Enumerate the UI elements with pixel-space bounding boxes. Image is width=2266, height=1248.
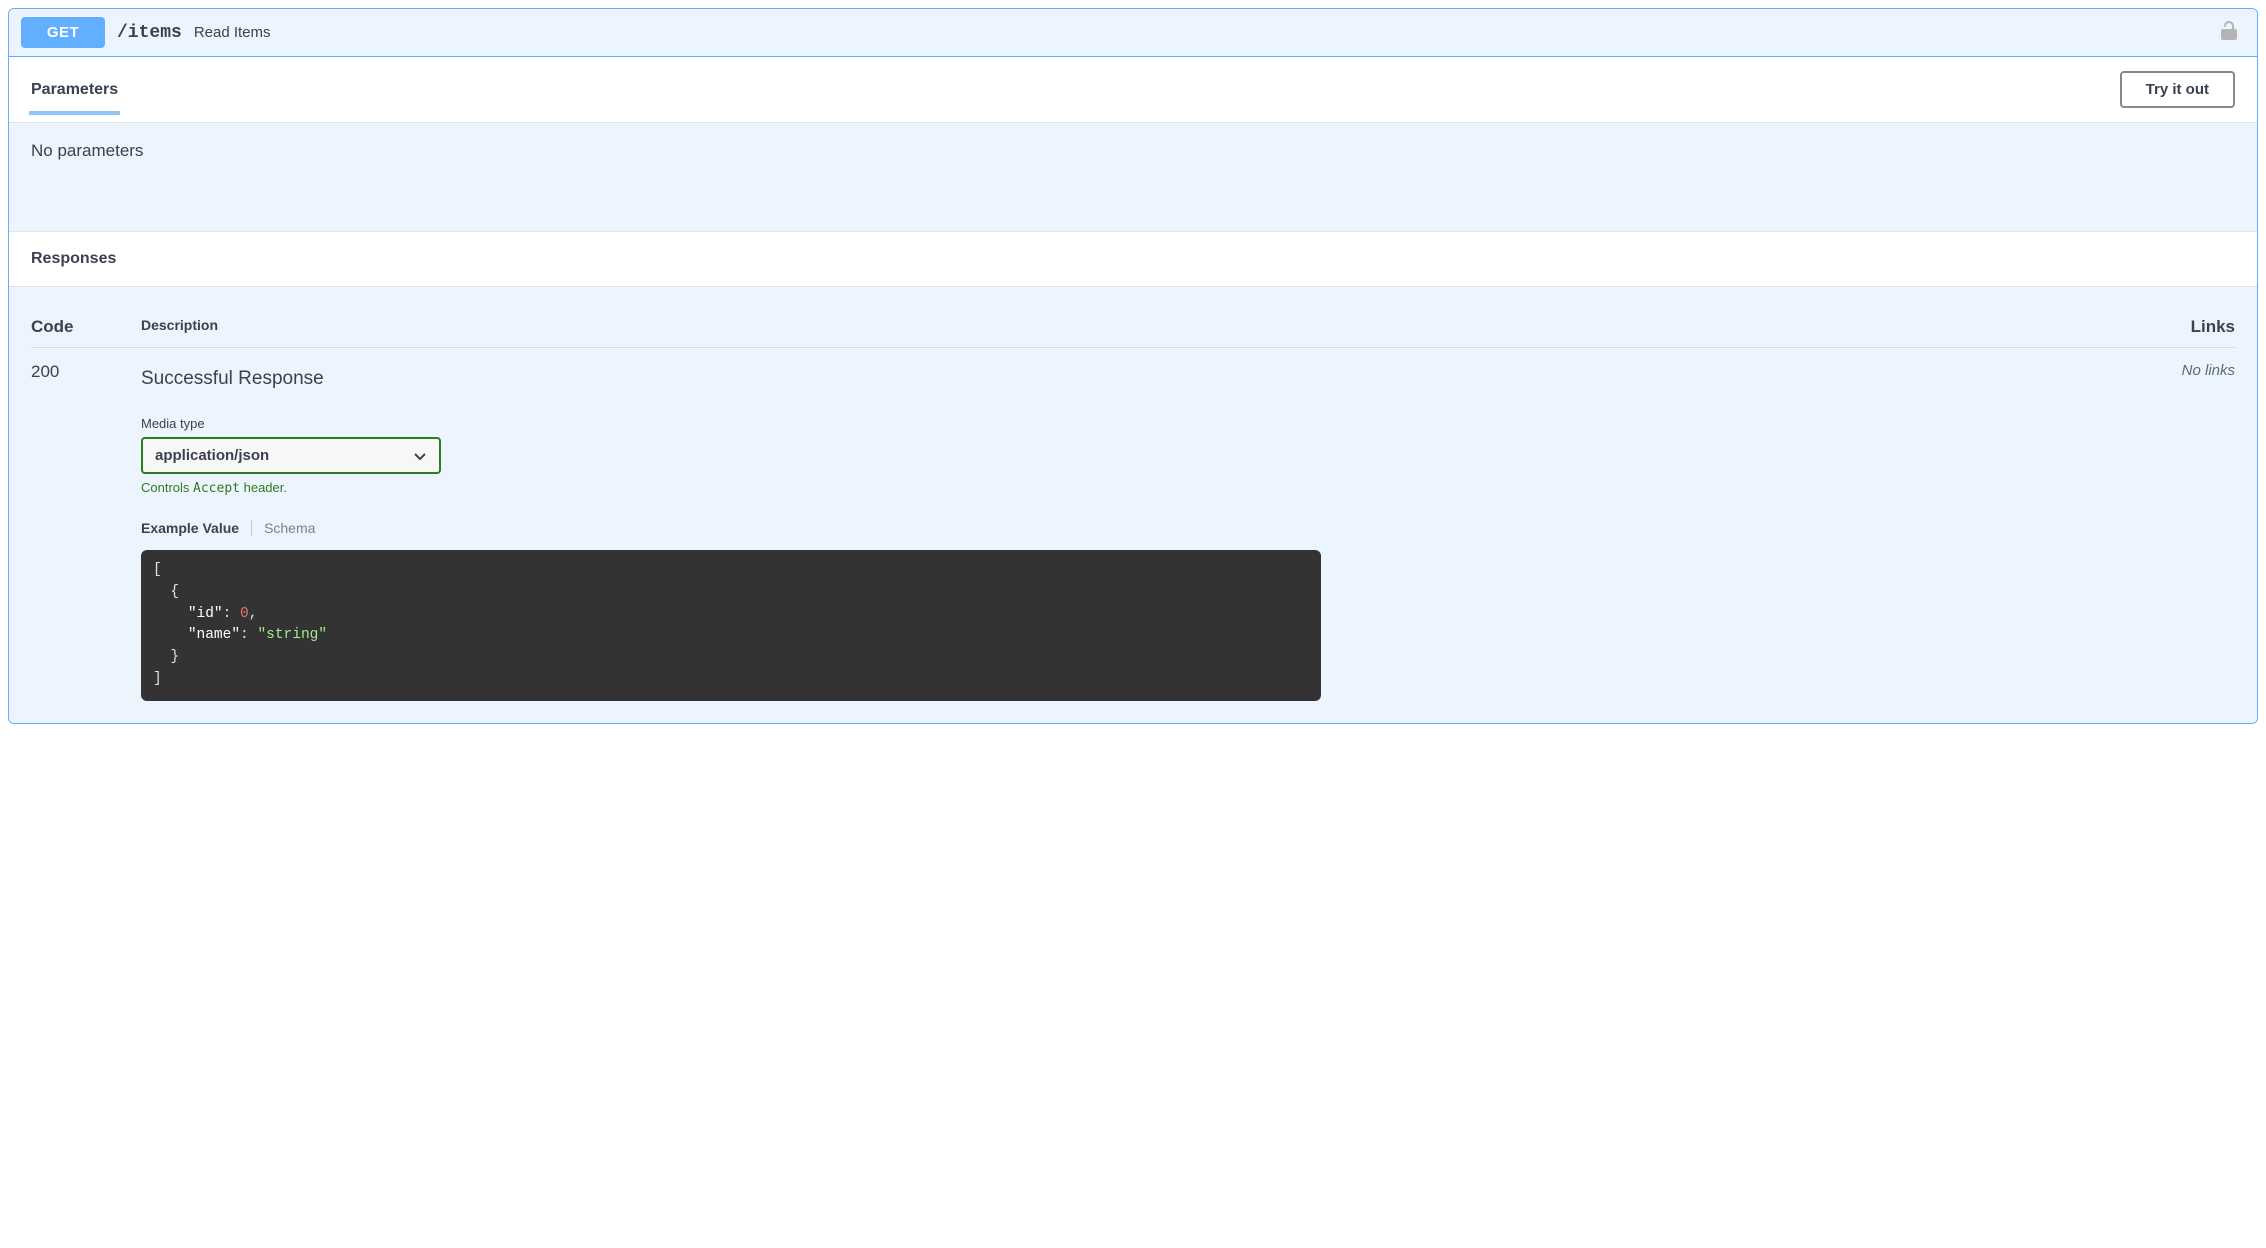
chevron-down-icon	[413, 449, 427, 463]
no-parameters-text: No parameters	[31, 141, 143, 160]
tab-schema[interactable]: Schema	[264, 520, 315, 536]
response-code: 200	[31, 362, 141, 701]
responses-table-header: Code Description Links	[31, 305, 2235, 348]
tab-example-value[interactable]: Example Value	[141, 520, 239, 536]
http-method-badge: GET	[21, 17, 105, 48]
example-value-id: 0	[240, 606, 249, 622]
accept-header-note: Controls Accept header.	[141, 480, 2155, 496]
example-schema-tabs: Example Value Schema	[141, 520, 2155, 536]
col-header-links: Links	[2155, 317, 2235, 337]
unlock-icon	[2219, 20, 2239, 42]
example-key-id: "id"	[188, 606, 223, 622]
example-code-block: [ { "id": 0, "name": "string" } ]	[141, 550, 1321, 701]
operation-block: GET /items Read Items Parameters Try it …	[8, 8, 2258, 724]
response-row: 200 Successful Response Media type appli…	[31, 348, 2235, 701]
responses-header-row: Responses	[9, 231, 2257, 287]
col-header-description: Description	[141, 317, 2155, 337]
response-description: Successful Response	[141, 368, 2155, 390]
response-description-cell: Successful Response Media type applicati…	[141, 362, 2155, 701]
try-it-out-button[interactable]: Try it out	[2120, 71, 2235, 108]
media-type-select[interactable]: application/json	[141, 437, 441, 474]
tab-separator	[251, 520, 252, 536]
responses-label: Responses	[31, 250, 2235, 268]
parameters-tab[interactable]: Parameters	[31, 81, 118, 99]
accept-note-prefix: Controls	[141, 480, 193, 495]
parameters-body: No parameters	[9, 123, 2257, 231]
media-type-label: Media type	[141, 416, 2155, 431]
operation-summary-row[interactable]: GET /items Read Items	[9, 9, 2257, 57]
parameters-header-row: Parameters Try it out	[9, 57, 2257, 123]
media-type-value: application/json	[155, 447, 269, 464]
example-key-name: "name"	[188, 627, 240, 643]
authorize-lock-button[interactable]	[2219, 20, 2245, 45]
accept-note-code: Accept	[193, 481, 240, 496]
response-links: No links	[2155, 362, 2235, 701]
accept-note-suffix: header.	[240, 480, 287, 495]
example-value-name: "string"	[257, 627, 327, 643]
col-header-code: Code	[31, 317, 141, 337]
endpoint-path: /items	[117, 23, 182, 43]
operation-body: Parameters Try it out No parameters Resp…	[9, 57, 2257, 723]
responses-body: Code Description Links 200 Successful Re…	[9, 287, 2257, 723]
endpoint-summary: Read Items	[194, 24, 271, 41]
